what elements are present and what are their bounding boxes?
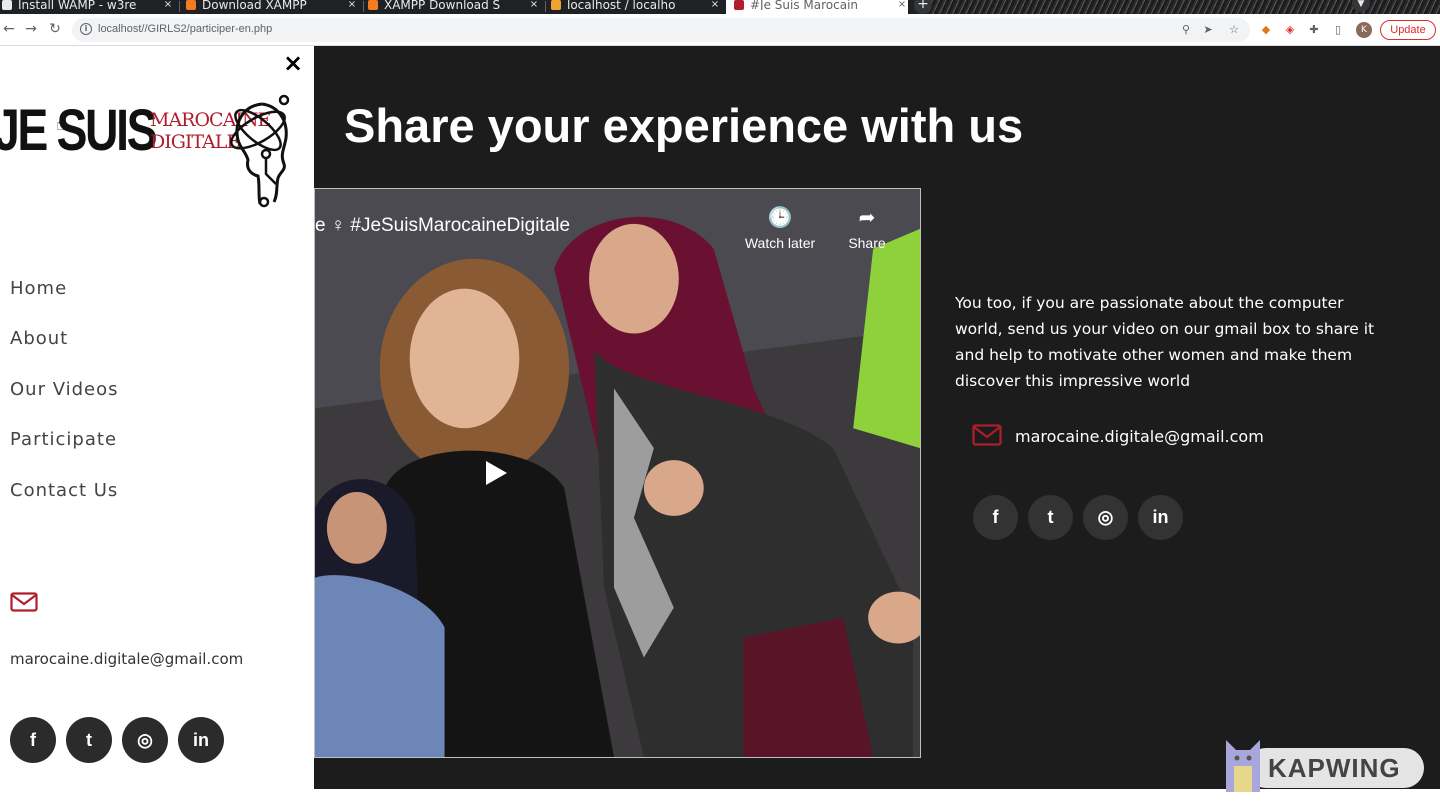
zoom-icon[interactable]: ⚲ — [1178, 22, 1194, 38]
forward-icon[interactable]: → — [22, 20, 40, 38]
share-arrow-icon: ➦ — [858, 207, 876, 229]
clock-icon: 🕒 — [767, 207, 793, 229]
send-icon[interactable]: ➤ — [1200, 22, 1216, 38]
tab-close-icon[interactable]: × — [346, 0, 358, 10]
twitter-icon[interactable]: t — [66, 717, 112, 763]
watch-later-label: Watch later — [744, 235, 816, 251]
browser-tab-bar: Install WAMP - w3re × Download XAMPP × X… — [0, 0, 1440, 14]
facebook-icon[interactable]: f — [10, 717, 56, 763]
kapwing-watermark: KAPWING — [1224, 740, 1424, 796]
back-icon[interactable]: ← — [0, 20, 18, 38]
tab-favicon — [2, 0, 12, 10]
metamask-extension-icon[interactable]: ◆ — [1258, 22, 1274, 38]
main-content: Share your experience with us e ♀ #JeSui… — [314, 46, 1440, 789]
tab-favicon — [551, 0, 561, 10]
youtube-video-embed[interactable]: e ♀ #JeSuisMarocaineDigitale 🕒 Watch lat… — [314, 188, 921, 758]
tab-favicon — [186, 0, 196, 10]
tab-title: localhost / localho — [567, 0, 676, 10]
instagram-icon[interactable]: ◎ — [122, 717, 168, 763]
reload-icon[interactable]: ↻ — [46, 20, 64, 38]
participation-description: You too, if you are passionate about the… — [955, 294, 1375, 390]
tab-install-wamp[interactable]: Install WAMP - w3re × — [2, 0, 174, 14]
side-panel-icon[interactable]: ▯ — [1330, 22, 1346, 38]
logo-head-circuit-icon — [230, 94, 290, 208]
tab-separator — [545, 1, 546, 12]
tab-title: Install WAMP - w3re — [18, 0, 137, 10]
profile-avatar[interactable]: K — [1356, 22, 1372, 38]
tab-je-suis-marocaine[interactable]: #Je Suis Marocain × — [726, 0, 908, 14]
tab-separator — [363, 1, 364, 12]
tab-title: XAMPP Download S — [384, 0, 501, 10]
share-label: Share — [848, 235, 886, 251]
envelope-icon — [972, 424, 1002, 446]
kapwing-cat-logo-icon — [1226, 740, 1260, 792]
sidebar: × ☝ JE SUIS MAROCAINE DIGITALE Home Abou… — [0, 46, 314, 810]
tab-favicon — [734, 0, 744, 10]
facebook-icon[interactable]: f — [973, 495, 1018, 540]
main-email-link[interactable]: marocaine.digitale@gmail.com — [1015, 427, 1264, 446]
nav-item-contact-us[interactable]: Contact Us — [10, 476, 119, 526]
instagram-icon[interactable]: ◎ — [1083, 495, 1128, 540]
video-thumbnail — [315, 189, 920, 757]
nav-item-our-videos[interactable]: Our Videos — [10, 375, 119, 425]
twitter-icon[interactable]: t — [1028, 495, 1073, 540]
tab-favicon — [368, 0, 378, 10]
video-title[interactable]: e ♀ #JeSuisMarocaineDigitale — [315, 215, 570, 237]
extensions-puzzle-icon[interactable]: ✚ — [1306, 22, 1322, 38]
watch-later-button[interactable]: 🕒 Watch later — [735, 205, 825, 251]
share-button[interactable]: ➦ Share — [835, 205, 899, 251]
nav-item-about[interactable]: About — [10, 324, 119, 374]
nav-item-participate[interactable]: Participate — [10, 425, 119, 475]
tab-close-icon[interactable]: × — [896, 0, 908, 10]
logo-je-suis: JE SUIS — [0, 98, 158, 163]
address-bar[interactable]: i localhost//GIRLS2/participer-en.php ⚲ … — [72, 18, 1250, 42]
linkedin-icon[interactable]: in — [1138, 495, 1183, 540]
page-title: Share your experience with us — [344, 99, 1024, 152]
extension-icon[interactable]: ◈ — [1282, 22, 1298, 38]
watermark-text: KAPWING — [1268, 753, 1401, 783]
tab-close-icon[interactable]: × — [162, 0, 174, 10]
tab-localhost[interactable]: localhost / localho × — [551, 0, 721, 14]
tab-separator — [179, 1, 180, 12]
site-info-icon[interactable]: i — [80, 23, 92, 35]
envelope-icon — [10, 592, 38, 612]
bookmark-star-icon[interactable]: ☆ — [1226, 22, 1242, 38]
tab-xampp-download[interactable]: XAMPP Download S × — [368, 0, 540, 14]
tab-title: #Je Suis Marocain — [750, 0, 859, 10]
nav-item-home[interactable]: Home — [10, 274, 119, 324]
main-social-links: f t ◎ in — [973, 495, 1183, 540]
tab-title: Download XAMPP — [202, 0, 307, 10]
play-icon[interactable] — [475, 453, 515, 493]
url-text[interactable]: localhost//GIRLS2/participer-en.php — [98, 23, 272, 35]
tab-close-icon[interactable]: × — [528, 0, 540, 10]
tab-close-icon[interactable]: × — [709, 0, 721, 10]
close-menu-icon[interactable]: × — [282, 51, 304, 75]
update-button[interactable]: Update — [1380, 20, 1436, 40]
sidebar-social-links: f t ◎ in — [10, 717, 224, 763]
sidebar-email-link[interactable]: marocaine.digitale@gmail.com — [10, 650, 243, 668]
browser-toolbar: ← → ↻ i localhost//GIRLS2/participer-en.… — [0, 14, 1440, 46]
tab-download-xampp[interactable]: Download XAMPP × — [186, 0, 358, 14]
linkedin-icon[interactable]: in — [178, 717, 224, 763]
sidebar-nav: Home About Our Videos Participate Contac… — [10, 274, 119, 526]
